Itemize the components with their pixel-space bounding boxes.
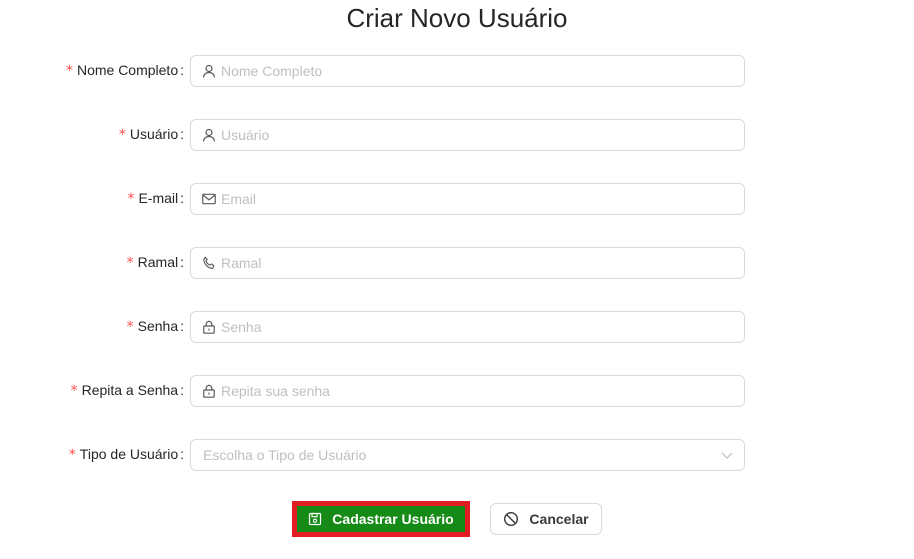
required-mark: * (70, 383, 78, 399)
tipo-usuario-select[interactable]: Escolha o Tipo de Usuário (190, 439, 745, 471)
cancelar-label: Cancelar (529, 511, 589, 527)
lock-icon (203, 384, 215, 398)
chevron-down-icon (721, 452, 733, 459)
required-mark: * (126, 319, 134, 335)
repita-senha-input[interactable] (221, 376, 721, 406)
ramal-field[interactable] (190, 247, 745, 279)
label-colon: : (180, 446, 184, 462)
field-label: * Ramal: (127, 247, 184, 279)
label-colon: : (180, 254, 184, 270)
cadastrar-usuario-label: Cadastrar Usuário (332, 511, 454, 527)
field-label: * Usuário: (119, 119, 184, 151)
phone-icon (203, 256, 215, 270)
cancelar-button[interactable]: Cancelar (490, 503, 602, 535)
user-icon (202, 64, 216, 78)
form-row-repita-senha: * Repita a Senha: (0, 375, 914, 407)
label-text: Tipo de Usuário (79, 446, 179, 462)
field-label: * Nome Completo: (66, 55, 184, 87)
required-mark: * (127, 191, 135, 207)
required-mark: * (126, 255, 134, 271)
required-mark: * (118, 127, 126, 143)
field-label: * Tipo de Usuário: (69, 439, 184, 471)
mail-icon (202, 193, 216, 205)
label-text: E-mail (138, 190, 179, 206)
field-label: * Senha: (127, 311, 184, 343)
label-colon: : (180, 190, 184, 206)
field-label: * E-mail: (127, 183, 184, 215)
label-colon: : (180, 318, 184, 334)
required-mark: * (68, 447, 76, 463)
required-mark: * (65, 63, 73, 79)
senha-field[interactable] (190, 311, 745, 343)
ramal-input[interactable] (221, 248, 721, 278)
select-placeholder: Escolha o Tipo de Usuário (203, 447, 367, 463)
email-field[interactable] (190, 183, 745, 215)
cadastrar-usuario-button[interactable]: Cadastrar Usuário (292, 501, 470, 537)
field-label: * Repita a Senha: (71, 375, 184, 407)
stop-icon (504, 511, 519, 527)
email-input[interactable] (221, 184, 721, 214)
save-icon (309, 512, 322, 526)
usuario-input[interactable] (221, 120, 721, 150)
label-text: Senha (137, 318, 179, 334)
form-row-usuario: * Usuário: (0, 119, 914, 151)
lock-icon (203, 320, 215, 334)
nome-completo-field[interactable] (190, 55, 745, 87)
label-text: Nome Completo (76, 62, 179, 78)
label-colon: : (180, 126, 184, 142)
form-row-email: * E-mail: (0, 183, 914, 215)
nome-completo-input[interactable] (221, 56, 721, 86)
form-row-tipo-usuario: * Tipo de Usuário: Escolha o Tipo de Usuá… (0, 439, 914, 471)
form-row-senha: * Senha: (0, 311, 914, 343)
label-colon: : (180, 382, 184, 398)
usuario-field[interactable] (190, 119, 745, 151)
user-icon (202, 128, 216, 142)
form-row-nome-completo: * Nome Completo: (0, 55, 914, 87)
page-title: Criar Novo Usuário (346, 3, 568, 33)
repita-senha-field[interactable] (190, 375, 745, 407)
label-colon: : (180, 62, 184, 78)
form-row-ramal: * Ramal: (0, 247, 914, 279)
label-text: Ramal (137, 254, 179, 270)
label-text: Repita a Senha (81, 382, 179, 398)
senha-input[interactable] (221, 312, 721, 342)
cadastrar-usuario-button-body[interactable]: Cadastrar Usuário (297, 506, 465, 532)
label-text: Usuário (129, 126, 179, 142)
